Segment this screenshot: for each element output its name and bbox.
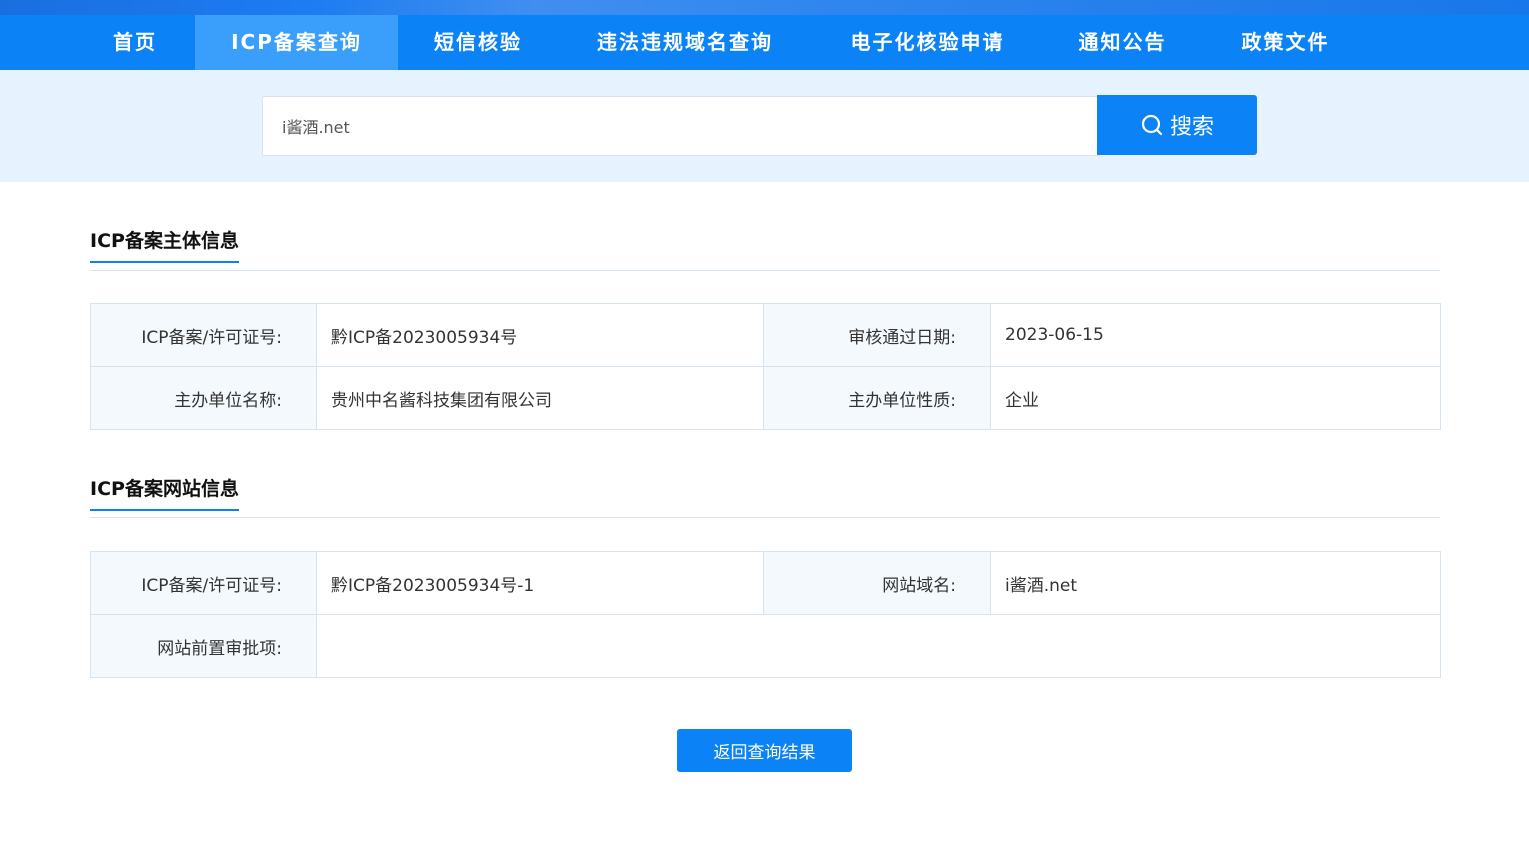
- organizer-name-label: 主办单位名称:: [90, 366, 317, 430]
- table-row: ICP备案/许可证号: 黔ICP备2023005934号 审核通过日期: 202…: [90, 303, 1441, 367]
- license-value: 黔ICP备2023005934号: [316, 303, 764, 367]
- nav-item-icp-query[interactable]: ICP备案查询: [195, 15, 398, 70]
- approval-date-value: 2023-06-15: [990, 303, 1441, 367]
- nav-item-policies[interactable]: 政策文件: [1218, 15, 1353, 70]
- search-icon: [1140, 113, 1164, 137]
- search-band: 搜索: [0, 70, 1529, 182]
- table-row: 网站前置审批项:: [90, 614, 1441, 678]
- organizer-name-value: 贵州中名酱科技集团有限公司: [316, 366, 764, 430]
- organizer-type-value: 企业: [990, 366, 1441, 430]
- website-license-label: ICP备案/许可证号:: [90, 551, 317, 615]
- main-nav: 首页 ICP备案查询 短信核验 违法违规域名查询 电子化核验申请 通知公告 政策…: [0, 15, 1529, 70]
- search-button-label: 搜索: [1169, 115, 1214, 140]
- table-row: 主办单位名称: 贵州中名酱科技集团有限公司 主办单位性质: 企业: [90, 366, 1441, 430]
- domain-label: 网站域名:: [763, 551, 991, 615]
- nav-item-e-verify[interactable]: 电子化核验申请: [825, 15, 1030, 70]
- pre-approval-label: 网站前置审批项:: [90, 614, 317, 678]
- pre-approval-value: [316, 614, 1441, 678]
- website-section-divider: [90, 517, 1440, 518]
- license-label: ICP备案/许可证号:: [90, 303, 317, 367]
- back-to-results-button[interactable]: 返回查询结果: [677, 729, 852, 772]
- nav-item-notices[interactable]: 通知公告: [1055, 15, 1190, 70]
- website-section-title: ICP备案网站信息: [90, 474, 239, 511]
- nav-item-sms-verify[interactable]: 短信核验: [398, 15, 558, 70]
- organizer-type-label: 主办单位性质:: [763, 366, 991, 430]
- approval-date-label: 审核通过日期:: [763, 303, 991, 367]
- website-license-value: 黔ICP备2023005934号-1: [316, 551, 764, 615]
- subject-section-divider: [90, 270, 1440, 271]
- nav-item-home[interactable]: 首页: [75, 15, 195, 70]
- subject-info-table: ICP备案/许可证号: 黔ICP备2023005934号 审核通过日期: 202…: [90, 303, 1441, 430]
- top-banner: [0, 0, 1529, 15]
- table-row: ICP备案/许可证号: 黔ICP备2023005934号-1 网站域名: i酱酒…: [90, 551, 1441, 615]
- search-button[interactable]: 搜索: [1097, 95, 1257, 155]
- website-info-table: ICP备案/许可证号: 黔ICP备2023005934号-1 网站域名: i酱酒…: [90, 551, 1441, 678]
- subject-section-title: ICP备案主体信息: [90, 226, 239, 263]
- domain-value: i酱酒.net: [990, 551, 1441, 615]
- nav-item-illegal-domain[interactable]: 违法违规域名查询: [570, 15, 800, 70]
- search-input[interactable]: [262, 96, 1098, 156]
